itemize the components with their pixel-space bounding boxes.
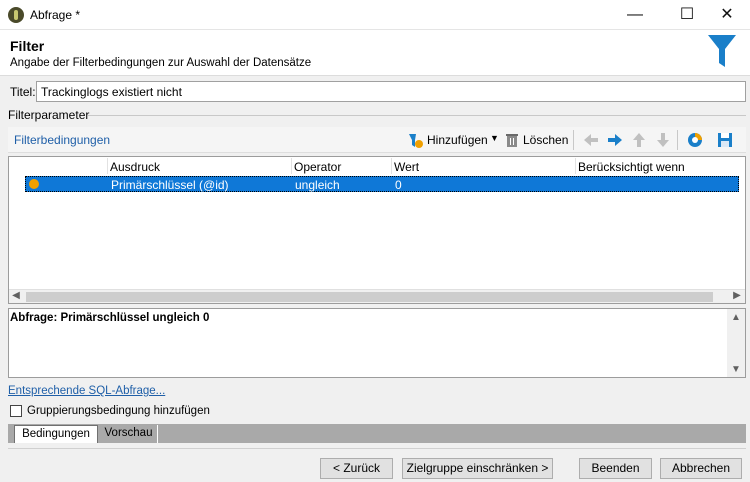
condition-status-icon: [29, 179, 39, 189]
delete-button[interactable]: Löschen: [523, 133, 568, 147]
cell-ausdruck[interactable]: Primärschlüssel (@id): [111, 178, 229, 192]
filterparameter-label: Filterparameter: [8, 108, 90, 122]
add-button[interactable]: Hinzufügen: [427, 133, 488, 147]
column-separator: [575, 158, 576, 174]
sql-query-link[interactable]: Entsprechende SQL-Abfrage...: [8, 385, 165, 397]
page-title: Filter: [10, 38, 45, 54]
column-header-beruecksichtigt[interactable]: Berücksichtigt wenn: [578, 160, 685, 174]
toolbar-separator: [573, 130, 574, 150]
wizard-header: [0, 30, 750, 76]
arrow-up-icon[interactable]: [630, 131, 648, 149]
titel-input[interactable]: [36, 81, 746, 102]
column-separator: [107, 158, 108, 174]
cell-operator[interactable]: ungleich: [295, 178, 340, 192]
grouping-checkbox-label[interactable]: Gruppierungsbedingung hinzufügen: [27, 405, 210, 417]
scroll-right-icon[interactable]: ▶: [730, 289, 744, 303]
scrollbar-thumb[interactable]: [26, 292, 713, 302]
arrow-down-icon[interactable]: [654, 131, 672, 149]
column-separator: [291, 158, 292, 174]
back-button[interactable]: < Zurück: [320, 458, 393, 479]
grouping-checkbox[interactable]: [10, 405, 22, 417]
scroll-down-icon[interactable]: ▼: [729, 363, 743, 377]
arrow-left-icon[interactable]: [582, 131, 600, 149]
minimize-button[interactable]: —: [612, 0, 658, 30]
cancel-button[interactable]: Abbrechen: [660, 458, 742, 479]
cell-wert[interactable]: 0: [395, 178, 402, 192]
footer-divider: [8, 448, 746, 449]
filter-icon: [708, 35, 736, 67]
window-title: Abfrage *: [30, 8, 81, 22]
query-summary-text: Abfrage: Primärschlüssel ungleich 0: [10, 312, 210, 324]
scroll-up-icon[interactable]: ▲: [729, 311, 743, 325]
app-icon: [8, 7, 24, 23]
trash-icon[interactable]: [503, 131, 521, 149]
tab-vorschau[interactable]: Vorschau: [100, 425, 158, 443]
arrow-right-icon[interactable]: [606, 131, 624, 149]
column-header-wert[interactable]: Wert: [394, 160, 419, 174]
titel-label: Titel:: [10, 85, 36, 99]
column-separator: [391, 158, 392, 174]
distribution-chart-icon[interactable]: [686, 131, 704, 149]
page-subtitle: Angabe der Filterbedingungen zur Auswahl…: [10, 57, 312, 69]
add-dropdown-icon[interactable]: ▼: [490, 133, 499, 143]
close-button[interactable]: ✕: [704, 0, 750, 30]
save-icon[interactable]: [716, 131, 734, 149]
restrict-target-button[interactable]: Zielgruppe einschränken >: [402, 458, 553, 479]
add-condition-icon[interactable]: [406, 131, 424, 149]
column-header-operator[interactable]: Operator: [294, 160, 341, 174]
column-header-ausdruck[interactable]: Ausdruck: [110, 160, 160, 174]
section-divider: [88, 115, 746, 116]
scroll-left-icon[interactable]: ◀: [9, 289, 23, 303]
finish-button[interactable]: Beenden: [579, 458, 652, 479]
toolbar-separator: [677, 130, 678, 150]
filterbedingungen-label: Filterbedingungen: [14, 133, 111, 147]
tab-bedingungen[interactable]: Bedingungen: [14, 425, 98, 443]
